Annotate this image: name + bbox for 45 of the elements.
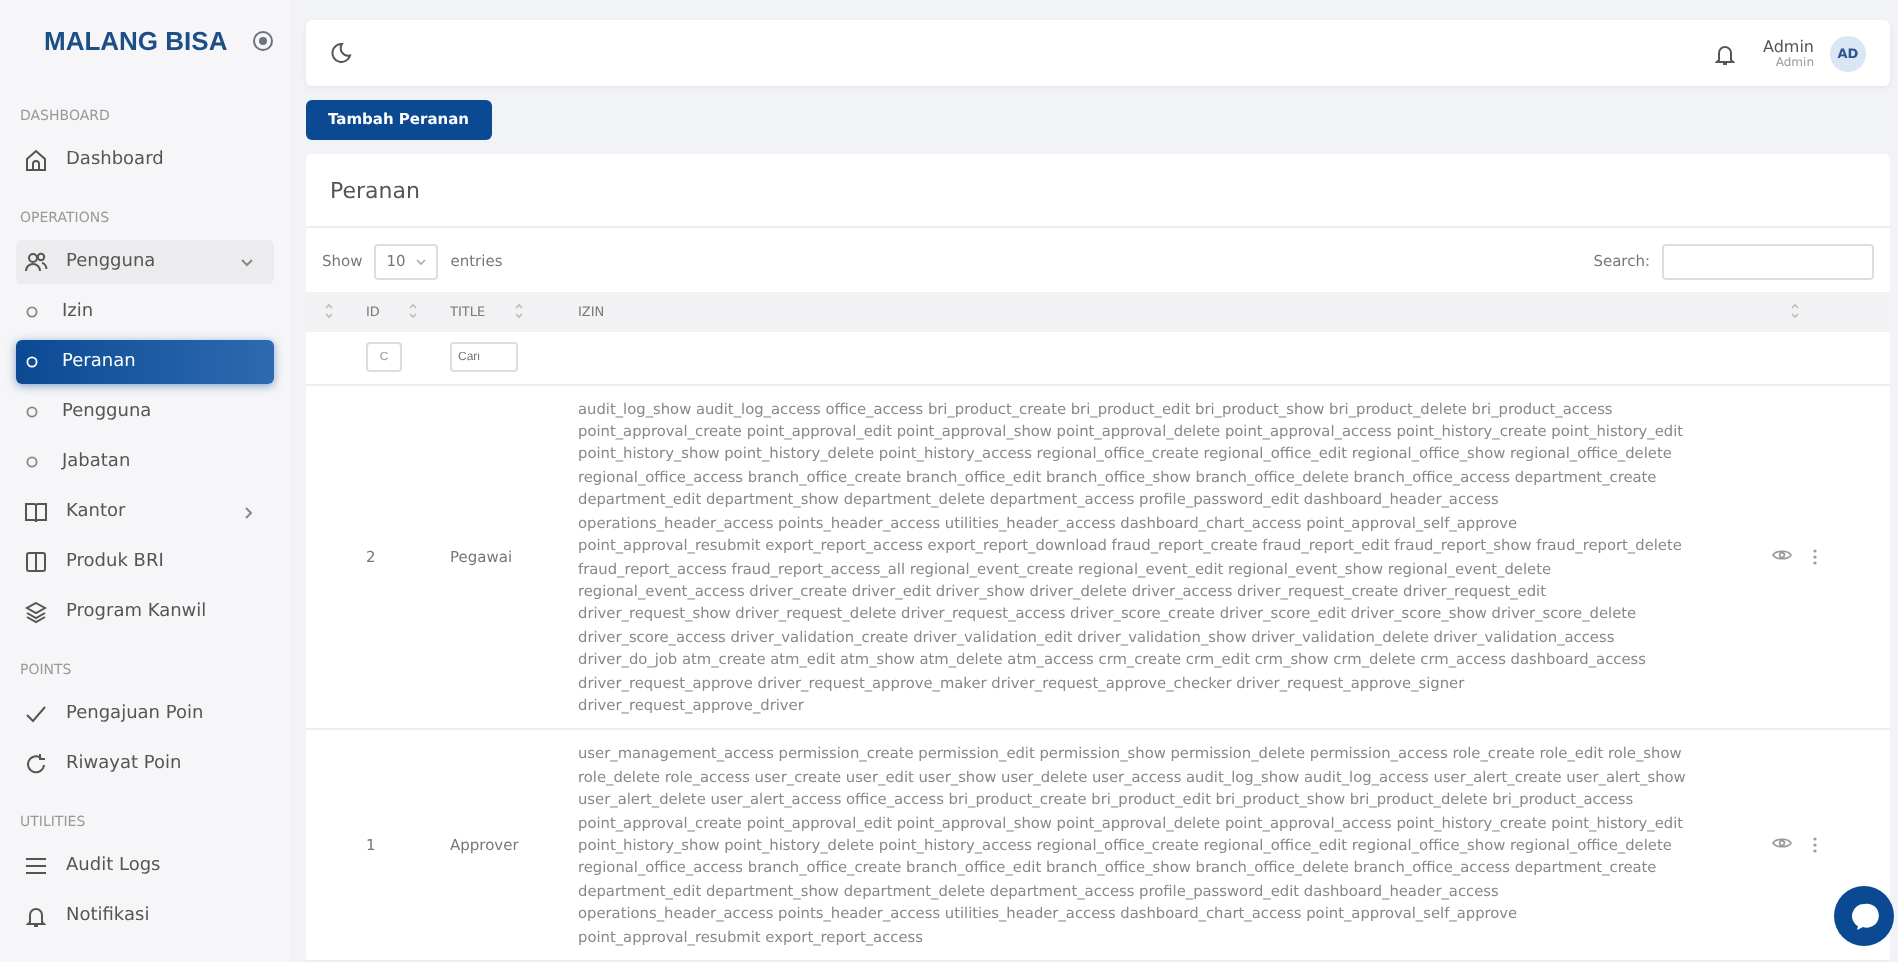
sort-icon[interactable]	[1789, 302, 1799, 321]
chat-bubble-icon	[1848, 900, 1880, 932]
circle-icon	[26, 356, 38, 368]
circle-icon	[26, 306, 38, 318]
nav-item[interactable]: Program Kanwil	[16, 590, 274, 634]
nav-item[interactable]: Audit Logs	[16, 844, 274, 888]
kebab-menu-icon[interactable]	[1811, 548, 1817, 566]
sort-icon[interactable]	[323, 302, 333, 321]
caret-icon	[416, 257, 427, 266]
nav-item[interactable]: Izin	[16, 290, 274, 334]
nav-item[interactable]: Dashboard	[16, 138, 274, 182]
check-icon	[24, 702, 48, 726]
users-icon	[24, 250, 48, 274]
bell-icon[interactable]	[1713, 41, 1735, 66]
moon-icon[interactable]	[330, 42, 352, 65]
card-title: Peranan	[306, 153, 1890, 228]
columns-icon	[24, 550, 48, 574]
home-icon	[24, 148, 48, 172]
nav-item[interactable]: Notifikasi	[16, 894, 274, 938]
chevron-right-icon	[244, 505, 254, 519]
nav-item[interactable]: Kantor	[16, 490, 274, 534]
nav-item[interactable]: Pengguna	[16, 390, 274, 434]
radio-toggle-icon[interactable]	[251, 29, 274, 51]
sort-icon[interactable]	[513, 302, 524, 321]
user-name: Admin	[1763, 37, 1814, 56]
circle-icon	[26, 456, 38, 468]
sort-icon[interactable]	[407, 302, 418, 321]
refresh-icon	[24, 752, 48, 776]
brand-logo[interactable]: MALANG BISA	[44, 25, 228, 55]
eye-icon[interactable]	[1771, 836, 1791, 851]
kebab-menu-icon[interactable]	[1811, 836, 1817, 855]
circle-icon	[26, 406, 38, 418]
nav-item[interactable]: Produk BRI	[16, 540, 274, 584]
layers-icon	[24, 600, 48, 624]
search-field[interactable]	[1662, 243, 1874, 280]
nav-item[interactable]: Jabatan	[16, 440, 274, 484]
nav-item[interactable]: Pengguna	[16, 240, 274, 284]
chevron-down-icon	[240, 257, 254, 267]
nav-item[interactable]: Peranan	[16, 340, 274, 384]
nav-item[interactable]: Riwayat Poin	[16, 742, 274, 786]
list-icon	[24, 854, 48, 878]
book-icon	[24, 500, 48, 524]
eye-icon[interactable]	[1771, 548, 1791, 562]
nav-item[interactable]: Pengajuan Poin	[16, 692, 274, 736]
bell-icon	[24, 904, 48, 928]
